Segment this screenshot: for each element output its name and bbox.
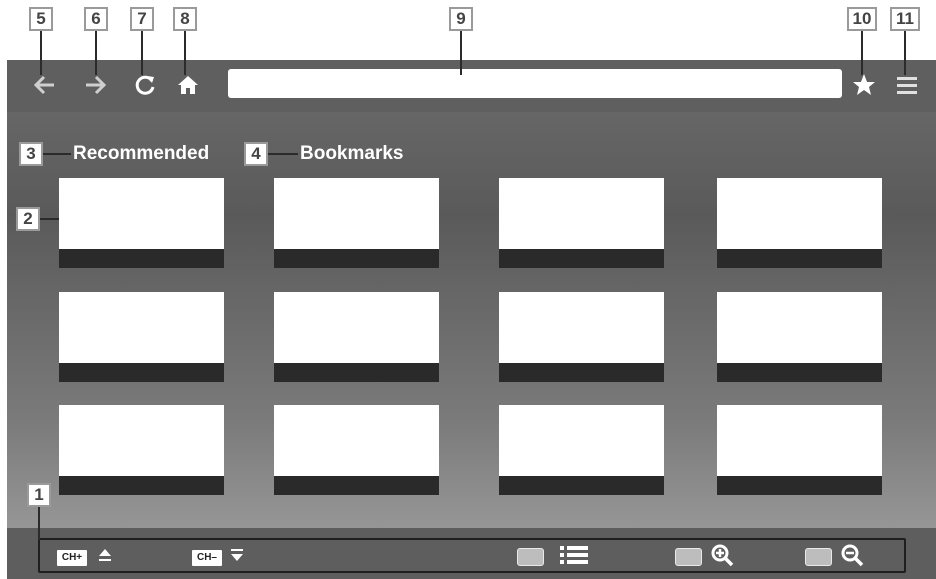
leader-6: [95, 31, 97, 75]
callout-9: 9: [449, 7, 473, 31]
page-down-icon: [228, 546, 246, 568]
page-tile[interactable]: [274, 405, 439, 495]
zoom-out-icon: [840, 543, 864, 571]
leader-8: [184, 31, 186, 75]
leader-7: [141, 31, 143, 75]
ch-down-key[interactable]: CH–: [192, 550, 222, 566]
bookmarks-tab[interactable]: Bookmarks: [300, 143, 404, 165]
page-tile[interactable]: [274, 292, 439, 382]
callout-10: 10: [847, 7, 877, 31]
callout-2: 2: [16, 207, 40, 231]
leader-5: [40, 31, 42, 75]
callout-5: 5: [29, 7, 53, 31]
leader-9: [460, 31, 462, 75]
tile-caption-bar: [274, 249, 439, 268]
tile-caption-bar: [59, 249, 224, 268]
callout-4: 4: [244, 142, 268, 166]
forward-arrow-icon[interactable]: [80, 72, 110, 102]
page-tile[interactable]: [717, 178, 882, 268]
recommended-tab[interactable]: Recommended: [73, 143, 209, 165]
page-tile[interactable]: [274, 178, 439, 268]
tile-caption-bar: [59, 476, 224, 495]
color-key-button[interactable]: [805, 548, 832, 566]
page-tile[interactable]: [717, 292, 882, 382]
callout-11: 11: [890, 7, 920, 31]
color-key-button[interactable]: [675, 548, 702, 566]
leader-1: [38, 507, 40, 540]
tile-caption-bar: [274, 363, 439, 382]
callout-6: 6: [84, 7, 108, 31]
tile-caption-bar: [717, 249, 882, 268]
callout-1: 1: [27, 483, 51, 507]
page-tile[interactable]: [59, 178, 224, 268]
reload-icon[interactable]: [130, 72, 160, 102]
tile-caption-bar: [499, 363, 664, 382]
home-icon[interactable]: [174, 72, 202, 102]
ch-up-key[interactable]: CH+: [57, 550, 87, 566]
page-tile[interactable]: [499, 405, 664, 495]
tile-caption-bar: [499, 476, 664, 495]
page-tile[interactable]: [499, 292, 664, 382]
zoom-in-icon: [710, 543, 734, 571]
tile-caption-bar: [499, 249, 664, 268]
leader-10: [861, 31, 863, 75]
list-icon: [559, 544, 589, 570]
callout-7: 7: [130, 7, 154, 31]
hamburger-menu-icon[interactable]: [893, 72, 921, 102]
leader-11: [904, 31, 906, 75]
page-tile[interactable]: [717, 405, 882, 495]
page-tile[interactable]: [499, 178, 664, 268]
page-tile[interactable]: [59, 292, 224, 382]
url-input[interactable]: [228, 69, 842, 98]
leader-3: [43, 153, 71, 155]
tile-caption-bar: [274, 476, 439, 495]
page-tile[interactable]: [59, 405, 224, 495]
color-key-button[interactable]: [517, 548, 544, 566]
remote-key-frame: [38, 538, 906, 573]
callout-3: 3: [19, 142, 43, 166]
star-icon[interactable]: [850, 72, 878, 102]
tile-caption-bar: [717, 476, 882, 495]
tile-caption-bar: [717, 363, 882, 382]
leader-4: [268, 153, 298, 155]
page-up-icon: [96, 546, 114, 568]
callout-8: 8: [173, 7, 197, 31]
tile-caption-bar: [59, 363, 224, 382]
back-arrow-icon[interactable]: [30, 72, 60, 102]
